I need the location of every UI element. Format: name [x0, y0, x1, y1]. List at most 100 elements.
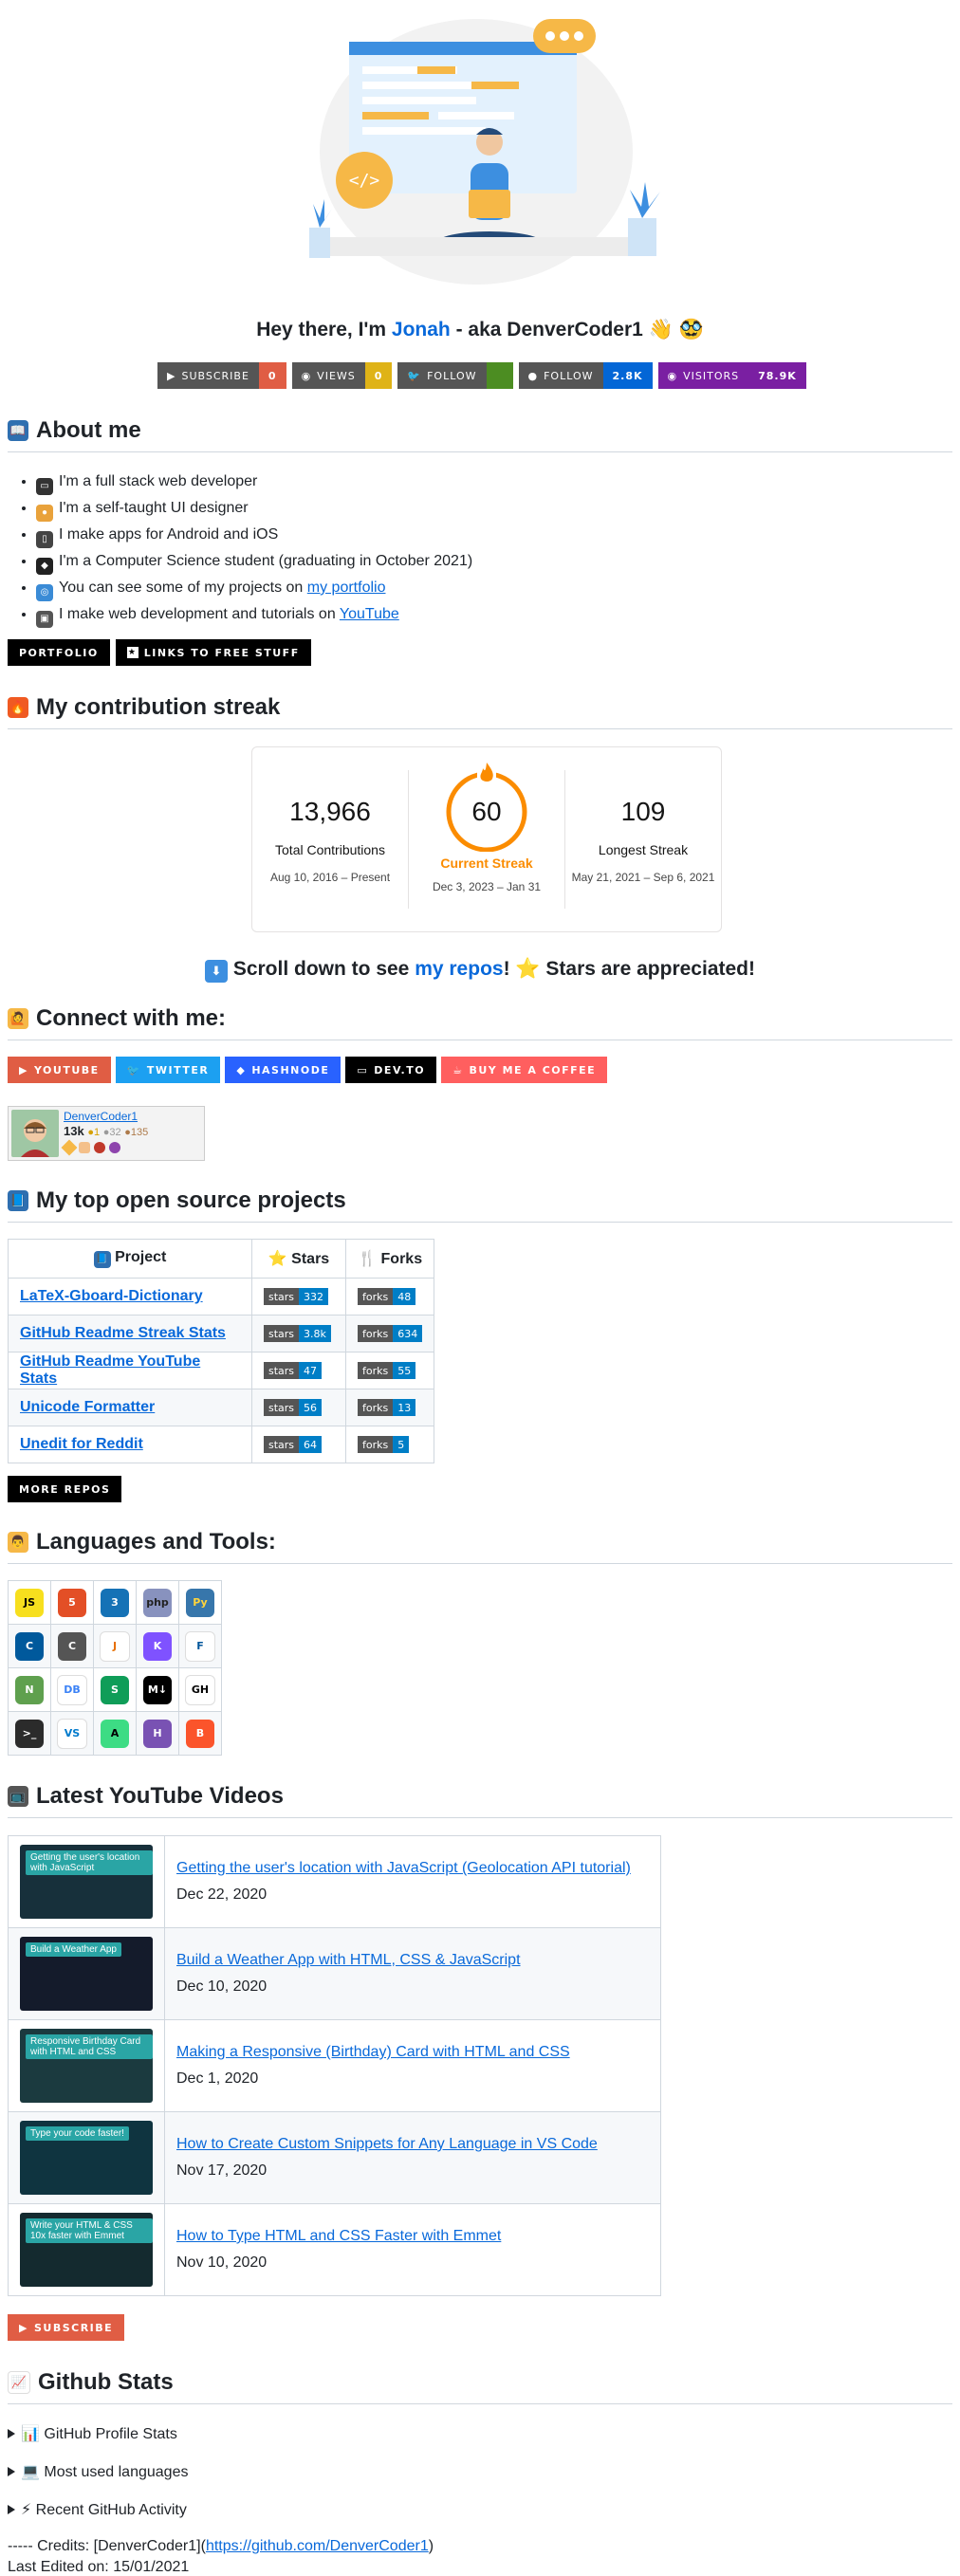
- star-icon: ★: [126, 647, 138, 658]
- forks-badge[interactable]: forks 634: [358, 1325, 423, 1343]
- tool-cell: F: [178, 1624, 222, 1668]
- github-icon: ●: [527, 369, 539, 382]
- tool-icon[interactable]: DB: [57, 1674, 87, 1705]
- credits-link[interactable]: https://github.com/DenverCoder1: [206, 2538, 429, 2554]
- raising-hand-icon: 🙋: [8, 1008, 28, 1029]
- video-row: Getting the user's location with JavaScr…: [8, 1835, 661, 1928]
- video-title-link[interactable]: Making a Responsive (Birthday) Card with…: [176, 2044, 570, 2060]
- youtube-button[interactable]: ▶ YOUTUBE: [8, 1057, 111, 1083]
- tool-cell: VS: [50, 1711, 94, 1756]
- portfolio-button[interactable]: PORTFOLIO: [8, 639, 110, 666]
- tool-icon[interactable]: >_: [15, 1719, 44, 1748]
- forks-column-header: 🍴 Forks: [344, 1239, 435, 1279]
- youtube-link[interactable]: YouTube: [340, 606, 399, 622]
- visitors-badge[interactable]: ◉ VISITORS 78.9K: [657, 362, 806, 389]
- project-link[interactable]: Unedit for Reddit: [20, 1436, 143, 1452]
- views-badge[interactable]: ◉ VIEWS 0: [291, 362, 393, 389]
- languages-details[interactable]: 💻 Most used languages: [8, 2462, 188, 2481]
- tool-icon[interactable]: C: [15, 1631, 44, 1661]
- project-link[interactable]: GitHub Readme YouTube Stats: [20, 1353, 200, 1387]
- tool-icon[interactable]: N: [15, 1675, 44, 1704]
- stars-badge[interactable]: stars 47: [264, 1362, 323, 1380]
- badge-icon: [109, 1142, 120, 1153]
- twitter-button[interactable]: 🐦 TWITTER: [115, 1057, 221, 1083]
- forks-badge[interactable]: forks 48: [358, 1288, 416, 1306]
- subscribe-badge[interactable]: ▶ SUBSCRIBE 0: [157, 362, 286, 389]
- video-title-link[interactable]: Build a Weather App with HTML, CSS & Jav…: [176, 1952, 521, 1968]
- name-highlight: Jonah: [391, 319, 451, 340]
- tool-icon[interactable]: 5: [58, 1588, 86, 1617]
- tool-icon[interactable]: M↓: [143, 1675, 172, 1704]
- tool-icon[interactable]: Py: [186, 1588, 214, 1617]
- list-item: ▯I make apps for Android and iOS: [36, 522, 472, 548]
- stars-badge[interactable]: stars 3.8k: [264, 1325, 331, 1343]
- tool-cell: GH: [178, 1667, 222, 1712]
- flower-icon: [94, 1142, 105, 1153]
- disclosure-triangle-icon: [8, 2467, 15, 2476]
- youtube-icon: ▶: [167, 369, 176, 382]
- github-follow-badge[interactable]: ● FOLLOW 2.8K: [518, 362, 653, 389]
- devto-button[interactable]: ▭ DEV.TO: [345, 1057, 437, 1083]
- buy-me-a-coffee-button[interactable]: ☕ BUY ME A COFFEE: [441, 1057, 608, 1083]
- svg-text:</>: </>: [349, 171, 380, 191]
- video-thumbnail[interactable]: Write your HTML & CSS 10x faster with Em…: [20, 2213, 153, 2287]
- stars-badge[interactable]: stars 332: [264, 1288, 329, 1306]
- twitter-follow-badge[interactable]: 🐦 FOLLOW: [397, 362, 513, 389]
- portfolio-link[interactable]: my portfolio: [307, 580, 386, 596]
- tools-grid: JS 5 3 php Py C C J K F N DB S M↓ GH >_ VS A H B: [8, 1580, 222, 1756]
- twitter-icon: 🐦: [126, 1063, 141, 1076]
- tool-icon[interactable]: php: [143, 1588, 172, 1617]
- video-thumbnail-cell: Responsive Birthday Card with HTML and C…: [8, 2019, 165, 2112]
- fork-icon: 🍴: [358, 1251, 378, 1267]
- more-repos-button[interactable]: MORE REPOS: [8, 1476, 122, 1502]
- stackoverflow-flair[interactable]: DenverCoder1 13k ●1 ●32 ●135: [8, 1106, 205, 1161]
- tool-icon[interactable]: A: [101, 1719, 129, 1748]
- repos-link[interactable]: my repos: [415, 958, 503, 980]
- tools-row: N DB S M↓ GH: [8, 1667, 222, 1712]
- stars-badge[interactable]: stars 56: [264, 1399, 323, 1417]
- tool-icon[interactable]: J: [100, 1630, 130, 1662]
- github-stats-heading: 📈 Github Stats: [8, 2369, 952, 2404]
- phone-icon: ▯: [36, 531, 53, 548]
- tool-cell: Py: [178, 1580, 222, 1625]
- thumbnail-caption: Write your HTML & CSS 10x faster with Em…: [26, 2218, 153, 2243]
- project-link[interactable]: GitHub Readme Streak Stats: [20, 1325, 226, 1341]
- tool-icon[interactable]: 3: [101, 1588, 129, 1617]
- tool-icon[interactable]: VS: [57, 1718, 87, 1749]
- tool-icon[interactable]: H: [143, 1719, 172, 1748]
- tool-icon[interactable]: S: [101, 1675, 129, 1704]
- stars-badge[interactable]: stars 64: [264, 1436, 323, 1454]
- video-row: Build a Weather App Build a Weather App w…: [8, 1927, 661, 2020]
- video-date: Nov 17, 2020: [176, 2162, 268, 2179]
- video-thumbnail[interactable]: Type your code faster!: [20, 2121, 153, 2195]
- tool-icon[interactable]: GH: [185, 1674, 215, 1705]
- tool-icon[interactable]: B: [186, 1719, 214, 1748]
- forks-badge[interactable]: forks 13: [358, 1399, 416, 1417]
- tool-icon[interactable]: C: [58, 1631, 86, 1661]
- tool-icon[interactable]: F: [185, 1630, 215, 1662]
- hashnode-button[interactable]: ◆ HASHNODE: [225, 1057, 342, 1083]
- forks-badge[interactable]: forks 55: [358, 1362, 416, 1380]
- video-thumbnail[interactable]: Getting the user's location with JavaScr…: [20, 1845, 153, 1919]
- projects-table: 📘 Project ⭐ Stars 🍴 Forks LaTeX-Gboard-D…: [8, 1239, 435, 1463]
- links-to-free-stuff-button[interactable]: ★ LINKS TO FREE STUFF: [115, 639, 311, 666]
- video-title-link[interactable]: How to Type HTML and CSS Faster with Emm…: [176, 2228, 501, 2244]
- video-thumbnail[interactable]: Build a Weather App: [20, 1937, 153, 2011]
- fire-icon: 🔥: [8, 697, 28, 718]
- tool-cell: 5: [50, 1580, 94, 1625]
- project-link[interactable]: Unicode Formatter: [20, 1399, 155, 1415]
- about-list: ▭I'm a full stack web developer ●I'm a s…: [15, 469, 472, 628]
- video-title-link[interactable]: Getting the user's location with JavaScr…: [176, 1860, 631, 1876]
- tool-icon[interactable]: JS: [15, 1588, 44, 1617]
- profile-stats-details[interactable]: 📊 GitHub Profile Stats: [8, 2424, 177, 2443]
- tool-icon[interactable]: K: [143, 1631, 172, 1661]
- forks-badge[interactable]: forks 5: [358, 1436, 410, 1454]
- video-title-link[interactable]: How to Create Custom Snippets for Any La…: [176, 2136, 598, 2152]
- subscribe-button[interactable]: ▶ SUBSCRIBE: [8, 2314, 125, 2341]
- tv-icon: 📺: [8, 1786, 28, 1807]
- activity-details[interactable]: ⚡ Recent GitHub Activity: [8, 2500, 187, 2519]
- project-link[interactable]: LaTeX-Gboard-Dictionary: [20, 1288, 203, 1304]
- video-thumbnail[interactable]: Responsive Birthday Card with HTML and C…: [20, 2029, 153, 2103]
- video-row: Write your HTML & CSS 10x faster with Em…: [8, 2203, 661, 2296]
- palette-icon: ●: [36, 505, 53, 522]
